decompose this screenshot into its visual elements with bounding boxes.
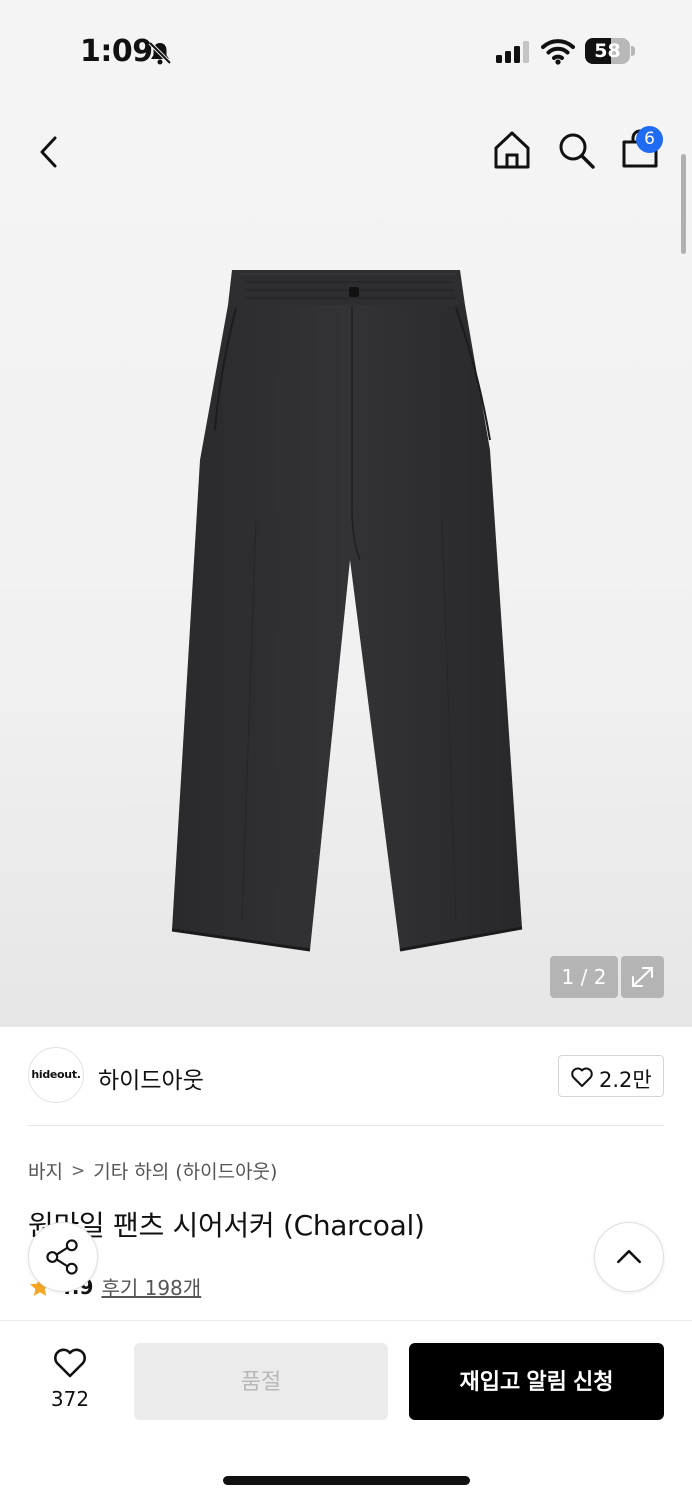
battery-body: 58 <box>585 38 630 64</box>
review-link[interactable]: 후기 198개 <box>101 1272 201 1301</box>
battery-percent: 58 <box>594 40 621 62</box>
cellular-signal-icon <box>496 41 529 63</box>
battery-indicator: 58 <box>585 38 635 64</box>
scroll-to-top-button[interactable] <box>594 1222 664 1292</box>
home-indicator[interactable] <box>223 1476 470 1485</box>
search-icon[interactable] <box>554 128 598 172</box>
bottom-action-bar: 372 품절 재입고 알림 신청 <box>0 1320 692 1500</box>
breadcrumb: 바지 > 기타 하의 (하이드아웃) <box>28 1157 277 1184</box>
brand-logo[interactable]: hideout. <box>28 1047 84 1103</box>
brand-like-count: 2.2만 <box>599 1068 652 1092</box>
divider <box>28 1125 664 1126</box>
wish-button[interactable]: 372 <box>30 1341 110 1421</box>
bell-slash-icon <box>148 41 172 65</box>
wish-count: 372 <box>50 1387 90 1411</box>
scrollbar[interactable] <box>681 154 686 254</box>
back-button[interactable] <box>28 130 72 174</box>
breadcrumb-category[interactable]: 바지 <box>28 1157 63 1184</box>
brand-like-button[interactable]: 2.2만 <box>558 1055 664 1097</box>
heart-icon <box>571 1067 593 1087</box>
image-counter: 1 / 2 <box>550 956 618 998</box>
share-icon[interactable] <box>28 1222 98 1292</box>
status-bar: 1:09 58 <box>0 0 692 100</box>
product-image[interactable] <box>160 260 540 960</box>
battery-tip <box>631 46 635 56</box>
chevron-right-icon: > <box>70 1160 86 1181</box>
restock-alert-button[interactable]: 재입고 알림 신청 <box>409 1343 664 1420</box>
wifi-icon <box>541 39 575 65</box>
product-gallery[interactable]: 6 1 / 2 <box>0 100 692 1027</box>
soldout-button[interactable]: 품절 <box>134 1343 388 1420</box>
brand-name[interactable]: 하이드아웃 <box>98 1061 204 1095</box>
expand-icon[interactable] <box>621 956 664 998</box>
heart-icon <box>54 1348 86 1378</box>
breadcrumb-subcategory[interactable]: 기타 하의 (하이드아웃) <box>93 1157 277 1184</box>
status-time: 1:09 <box>80 34 153 69</box>
home-icon[interactable] <box>490 128 534 172</box>
brand-row[interactable]: hideout. 하이드아웃 2.2만 <box>0 1027 692 1127</box>
cart-count-badge: 6 <box>636 126 663 153</box>
